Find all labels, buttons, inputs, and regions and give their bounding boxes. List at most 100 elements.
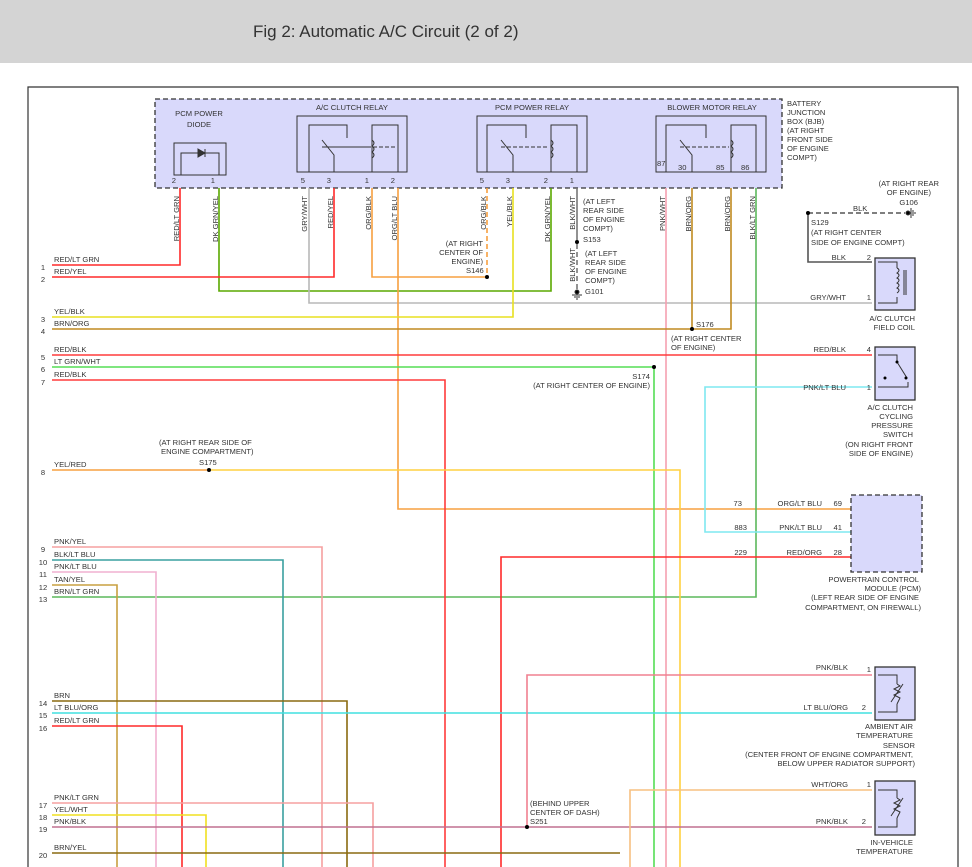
svg-text:CENTER OF DASH): CENTER OF DASH) (530, 808, 600, 817)
svg-text:REAR SIDE: REAR SIDE (583, 206, 624, 215)
svg-text:PCM POWER RELAY: PCM POWER RELAY (495, 103, 569, 112)
svg-text:BRN/ORG: BRN/ORG (723, 196, 732, 232)
svg-text:(ON RIGHT FRONT: (ON RIGHT FRONT (845, 440, 913, 449)
svg-text:FIELD COIL: FIELD COIL (874, 323, 915, 332)
svg-text:GRY/WHT: GRY/WHT (810, 293, 846, 302)
svg-text:PCM POWER: PCM POWER (175, 109, 223, 118)
svg-text:5: 5 (480, 176, 484, 185)
svg-text:1: 1 (867, 293, 871, 302)
svg-text:S251: S251 (530, 817, 548, 826)
ambient-air-temperature-sensor: 1 PNK/BLK 2 LT BLU/ORG AMBIENT AIR TEMPE… (745, 663, 916, 768)
svg-text:229: 229 (734, 548, 747, 557)
row-number: 12 (39, 583, 47, 592)
svg-text:TEMPERATURE: TEMPERATURE (856, 847, 913, 856)
row-wire-label: LT BLU/ORG (54, 703, 99, 712)
svg-text:BLK: BLK (853, 204, 867, 213)
svg-text:BATTERY: BATTERY (787, 99, 821, 108)
row-wire-label: PNK/BLK (54, 817, 86, 826)
svg-text:COMPARTMENT, ON FIREWALL): COMPARTMENT, ON FIREWALL) (805, 603, 921, 612)
svg-text:SWITCH: SWITCH (883, 430, 913, 439)
svg-text:RED/YEL: RED/YEL (326, 196, 335, 229)
svg-text:(AT RIGHT REAR SIDE OF: (AT RIGHT REAR SIDE OF (159, 438, 252, 447)
splice-s251 (525, 825, 529, 829)
svg-text:S175: S175 (199, 458, 217, 467)
svg-text:COMPT): COMPT) (585, 276, 615, 285)
svg-text:3: 3 (327, 176, 331, 185)
row-wire-label: RED/LT GRN (54, 255, 99, 264)
row-number: 5 (41, 353, 45, 362)
svg-text:BLK/LT GRN: BLK/LT GRN (748, 196, 757, 240)
row-number: 19 (39, 825, 47, 834)
splice-s129 (806, 211, 810, 215)
row-number: 17 (39, 801, 47, 810)
row-number: 4 (41, 327, 45, 336)
wire-org-lt-blu (397, 188, 855, 510)
row-number: 16 (39, 724, 47, 733)
svg-text:(AT RIGHT CENTER: (AT RIGHT CENTER (671, 334, 742, 343)
row-number: 8 (41, 468, 45, 477)
svg-text:OF ENGINE: OF ENGINE (585, 267, 627, 276)
svg-text:2: 2 (862, 817, 866, 826)
row-wire-label: BLK/LT BLU (54, 550, 96, 559)
row-wire-label: LT GRN/WHT (54, 357, 101, 366)
svg-text:1: 1 (211, 176, 215, 185)
svg-text:BLOWER MOTOR RELAY: BLOWER MOTOR RELAY (667, 103, 757, 112)
svg-text:ORG/BLK: ORG/BLK (364, 196, 373, 230)
svg-text:FRONT SIDE: FRONT SIDE (787, 135, 833, 144)
row-number: 9 (41, 545, 45, 554)
svg-text:BELOW UPPER RADIATOR SUPPORT): BELOW UPPER RADIATOR SUPPORT) (777, 759, 915, 768)
svg-text:(AT LEFT: (AT LEFT (585, 249, 618, 258)
svg-text:PNK/LT BLU: PNK/LT BLU (803, 383, 846, 392)
wire-red-lt-grn (52, 188, 181, 266)
svg-text:ENGINE): ENGINE) (451, 257, 483, 266)
svg-text:PNK/LT BLU: PNK/LT BLU (779, 523, 822, 532)
svg-text:RED/BLK: RED/BLK (814, 345, 847, 354)
wire-pnk-lt-blu (704, 386, 872, 533)
svg-text:OF ENGINE): OF ENGINE) (887, 188, 932, 197)
svg-text:BLK: BLK (832, 253, 846, 262)
row-wire-label: YEL/WHT (54, 805, 88, 814)
svg-text:YEL/BLK: YEL/BLK (505, 196, 514, 227)
svg-text:BLK/WHT: BLK/WHT (568, 196, 577, 230)
row-wire-label: RED/BLK (54, 370, 87, 379)
wire-pnk-lt-grn (52, 802, 374, 867)
splice-s176 (690, 327, 694, 331)
svg-text:(AT LEFT: (AT LEFT (583, 197, 616, 206)
svg-text:RED/LT GRN: RED/LT GRN (172, 196, 181, 241)
svg-text:AMBIENT AIR: AMBIENT AIR (865, 722, 913, 731)
splice-s175 (207, 468, 211, 472)
svg-text:A/C CLUTCH: A/C CLUTCH (867, 403, 913, 412)
svg-text:G106: G106 (899, 198, 918, 207)
svg-text:REAR SIDE: REAR SIDE (585, 258, 626, 267)
svg-text:PRESSURE: PRESSURE (871, 421, 913, 430)
svg-text:DIODE: DIODE (187, 120, 211, 129)
svg-text:BOX (BJB): BOX (BJB) (787, 117, 825, 126)
svg-text:883: 883 (734, 523, 747, 532)
svg-text:RED/ORG: RED/ORG (787, 548, 823, 557)
svg-text:JUNCTION: JUNCTION (787, 108, 825, 117)
svg-text:2: 2 (862, 703, 866, 712)
svg-text:GRY/WHT: GRY/WHT (300, 196, 309, 232)
svg-text:1: 1 (867, 665, 871, 674)
splice-s153 (575, 240, 579, 244)
svg-text:S176: S176 (696, 320, 714, 329)
svg-text:COMPT): COMPT) (787, 153, 817, 162)
svg-text:(AT RIGHT CENTER: (AT RIGHT CENTER (811, 228, 882, 237)
svg-text:PNK/WHT: PNK/WHT (658, 196, 667, 231)
svg-text:(AT RIGHT CENTER OF ENGINE): (AT RIGHT CENTER OF ENGINE) (533, 381, 650, 390)
row-wire-label: RED/YEL (54, 267, 87, 276)
wire-blk-lt-grn (52, 188, 757, 598)
svg-text:2: 2 (867, 253, 871, 262)
row-number: 18 (39, 813, 47, 822)
in-vehicle-temperature-sensor: 1 WHT/ORG 2 PNK/BLK IN-VEHICLE TEMPERATU… (811, 780, 916, 856)
wiring-diagram: BATTERYJUNCTION BOX (BJB)(AT RIGHT FRONT… (27, 86, 959, 867)
svg-text:COMPT): COMPT) (583, 224, 613, 233)
svg-text:OF ENGINE: OF ENGINE (583, 215, 625, 224)
row-number: 13 (39, 595, 47, 604)
svg-text:1: 1 (867, 780, 871, 789)
row-number: 10 (39, 558, 47, 567)
wire-red-org (500, 556, 855, 867)
wire-lt-grn-wht (52, 366, 655, 867)
row-wire-label: PNK/LT BLU (54, 562, 97, 571)
svg-text:G101: G101 (585, 287, 604, 296)
